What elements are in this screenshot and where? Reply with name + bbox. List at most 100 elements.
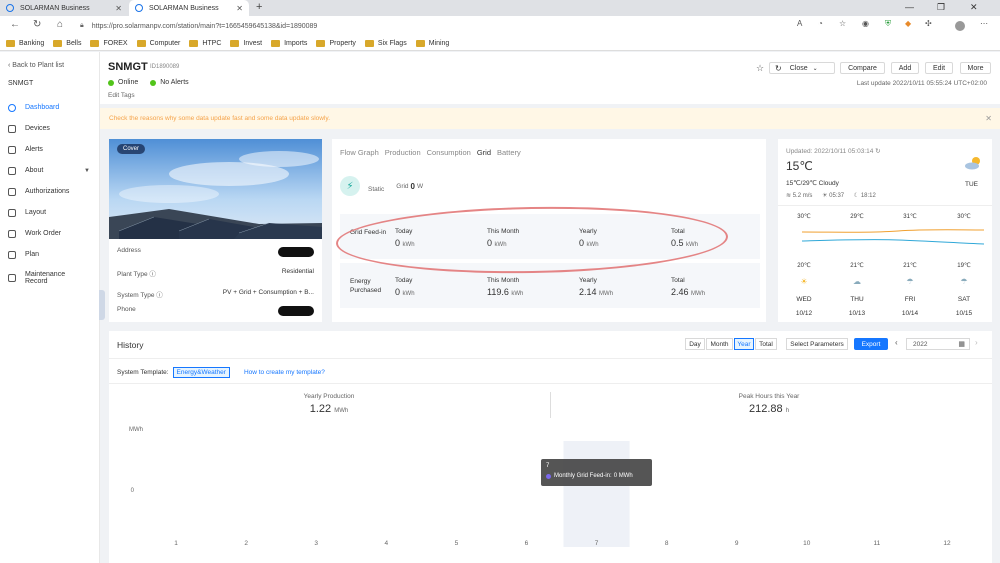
bookmark-folder[interactable]: Six Flags (364, 39, 407, 47)
create-template-link[interactable]: How to create my template? (244, 369, 325, 376)
sidebar-item-devices[interactable]: Devices (0, 118, 100, 139)
bookmark-folder[interactable]: Property (316, 39, 356, 47)
sidebar-item-about[interactable]: About ▼ (0, 160, 100, 181)
bookmark-folder[interactable]: HTPC (189, 39, 221, 47)
read-aloud-icon[interactable]: A (797, 19, 802, 28)
compare-button[interactable]: Compare (840, 62, 885, 74)
bookmark-folder[interactable]: Bells (53, 39, 81, 47)
tab-title: SOLARMAN Business (149, 4, 219, 12)
sidebar-item-layout[interactable]: Layout (0, 202, 100, 223)
folder-icon (136, 39, 146, 47)
range-year-button[interactable]: Year (734, 338, 754, 350)
sidebar-item-plan[interactable]: Plan (0, 244, 100, 265)
day-thu: THU (850, 296, 864, 303)
tab-title: SOLARMAN Business (20, 4, 90, 12)
year-value: 2022 (913, 340, 928, 348)
close-window-icon[interactable]: ✕ (970, 2, 978, 13)
template-row: System Template: Energy&Weather How to c… (117, 367, 325, 378)
chevron-left-icon[interactable]: ‹ (895, 338, 898, 347)
sidebar-collapse-handle[interactable] (99, 290, 105, 320)
refresh-icon[interactable]: ↻ (33, 19, 41, 30)
range-day-button[interactable]: Day (685, 338, 705, 350)
weather-divider (778, 205, 992, 206)
tab-battery[interactable]: Battery (497, 148, 521, 157)
bookmark-folder[interactable]: Banking (6, 39, 44, 47)
bookmark-folder[interactable]: Computer (136, 39, 180, 47)
maintenance-icon (8, 274, 16, 282)
plant-header: SNMGT ID1890089 Online No Alerts Edit Ta… (100, 52, 1000, 104)
online-status-icon (108, 79, 114, 86)
low-temp-sat: 19℃ (957, 263, 971, 269)
favorite-star-icon[interactable]: ☆ (839, 19, 846, 28)
select-parameters-button[interactable]: Select Parameters (786, 338, 848, 350)
browser-tab[interactable]: SOLARMAN Business ✕ (0, 0, 128, 16)
series-swatch-icon (546, 473, 551, 479)
extension-icon[interactable]: ◉ (862, 19, 869, 28)
tab-flow-graph[interactable]: Flow Graph (340, 148, 379, 157)
temperature-range: 15℃/29℃ Cloudy (786, 180, 839, 187)
bookmark-folder[interactable]: Invest (230, 39, 262, 47)
shield-icon[interactable]: ⛨ (885, 19, 891, 29)
status-online: Online (118, 79, 139, 86)
cloudy-icon (965, 157, 980, 170)
browser-tab-active[interactable]: SOLARMAN Business ✕ (129, 0, 249, 16)
date-sat: 10/15 (955, 310, 973, 317)
metamask-icon[interactable]: ◆ (905, 19, 911, 28)
hover-highlight-band (563, 441, 630, 547)
dashboard-icon (8, 103, 16, 112)
tab-production[interactable]: Production (385, 148, 421, 157)
tracking-icon[interactable]: ◔ (818, 19, 823, 28)
back-to-plant-list-link[interactable]: ‹ Back to Plant list (8, 62, 64, 69)
chevron-right-icon[interactable]: › (975, 338, 978, 347)
sunny-icon: ☀ (800, 277, 808, 286)
close-tab-icon[interactable]: ✕ (115, 4, 122, 13)
sidebar-item-alerts[interactable]: Alerts (0, 139, 100, 160)
template-chip[interactable]: Energy&Weather (172, 367, 230, 378)
warning-text[interactable]: Check the reasons why some data update f… (109, 115, 330, 122)
sidebar-item-maintenance-record[interactable]: Maintenance Record (0, 265, 100, 291)
redacted-phone (278, 306, 314, 316)
url-text: https://pro.solarmanpv.com/station/main?… (91, 22, 318, 30)
sidebar-item-authorizations[interactable]: Authorizations (0, 181, 100, 202)
bookmark-folder[interactable]: FOREX (90, 39, 128, 47)
close-icon[interactable]: ✕ (985, 114, 992, 123)
close-tab-icon[interactable]: ✕ (236, 4, 243, 13)
folder-icon (271, 39, 281, 47)
year-picker[interactable]: 2022 ▦ (906, 338, 970, 350)
system-type-row: System Type ⓘ PV + Grid + Consumption + … (117, 289, 314, 299)
tab-grid[interactable]: Grid (477, 148, 491, 157)
close-select[interactable]: ↻ Close ⌄ (769, 62, 835, 74)
bookmark-folder[interactable]: Mining (415, 39, 449, 47)
range-total-button[interactable]: Total (755, 338, 777, 350)
folder-icon (415, 39, 425, 47)
bookmark-folder[interactable]: Imports (271, 39, 307, 47)
minimize-icon[interactable]: — (905, 2, 914, 12)
profile-avatar[interactable] (955, 21, 965, 31)
more-button[interactable]: More (960, 62, 991, 74)
extensions-puzzle-icon[interactable]: ✣ (925, 19, 932, 28)
cover-badge[interactable]: Cover (117, 144, 146, 154)
add-button[interactable]: Add (891, 62, 919, 74)
refresh-icon[interactable]: ↻ (875, 148, 880, 155)
url-bar[interactable]: 🔒︎ https://pro.solarmanpv.com/station/ma… (80, 19, 720, 33)
new-tab-icon[interactable]: + (256, 1, 262, 13)
back-icon[interactable]: ← (10, 19, 20, 30)
more-menu-icon[interactable]: ⋯ (980, 19, 988, 28)
history-divider (109, 358, 992, 359)
sidebar-item-work-order[interactable]: Work Order (0, 223, 100, 244)
tab-consumption[interactable]: Consumption (427, 148, 471, 157)
home-icon[interactable]: ⌂ (57, 19, 63, 30)
plant-id: ID1890089 (150, 64, 180, 70)
export-button[interactable]: Export (854, 338, 888, 350)
sidebar-item-dashboard[interactable]: Dashboard (0, 97, 100, 118)
edit-tags-link[interactable]: Edit Tags (108, 92, 135, 99)
favorite-star-icon[interactable]: ☆ (756, 63, 764, 74)
weather-updated: Updated: 2022/10/11 05:03:14 ↻ (786, 148, 881, 155)
maximize-icon[interactable]: ❐ (937, 2, 945, 13)
system-type-value: PV + Grid + Consumption + B... (222, 289, 314, 296)
edit-button[interactable]: Edit (925, 62, 953, 74)
range-month-button[interactable]: Month (706, 338, 733, 350)
sidebar-menu: Dashboard Devices Alerts About ▼ Authoriz… (0, 97, 100, 291)
solarman-favicon-icon (6, 4, 14, 12)
chevron-down-icon: ▼ (84, 167, 90, 174)
